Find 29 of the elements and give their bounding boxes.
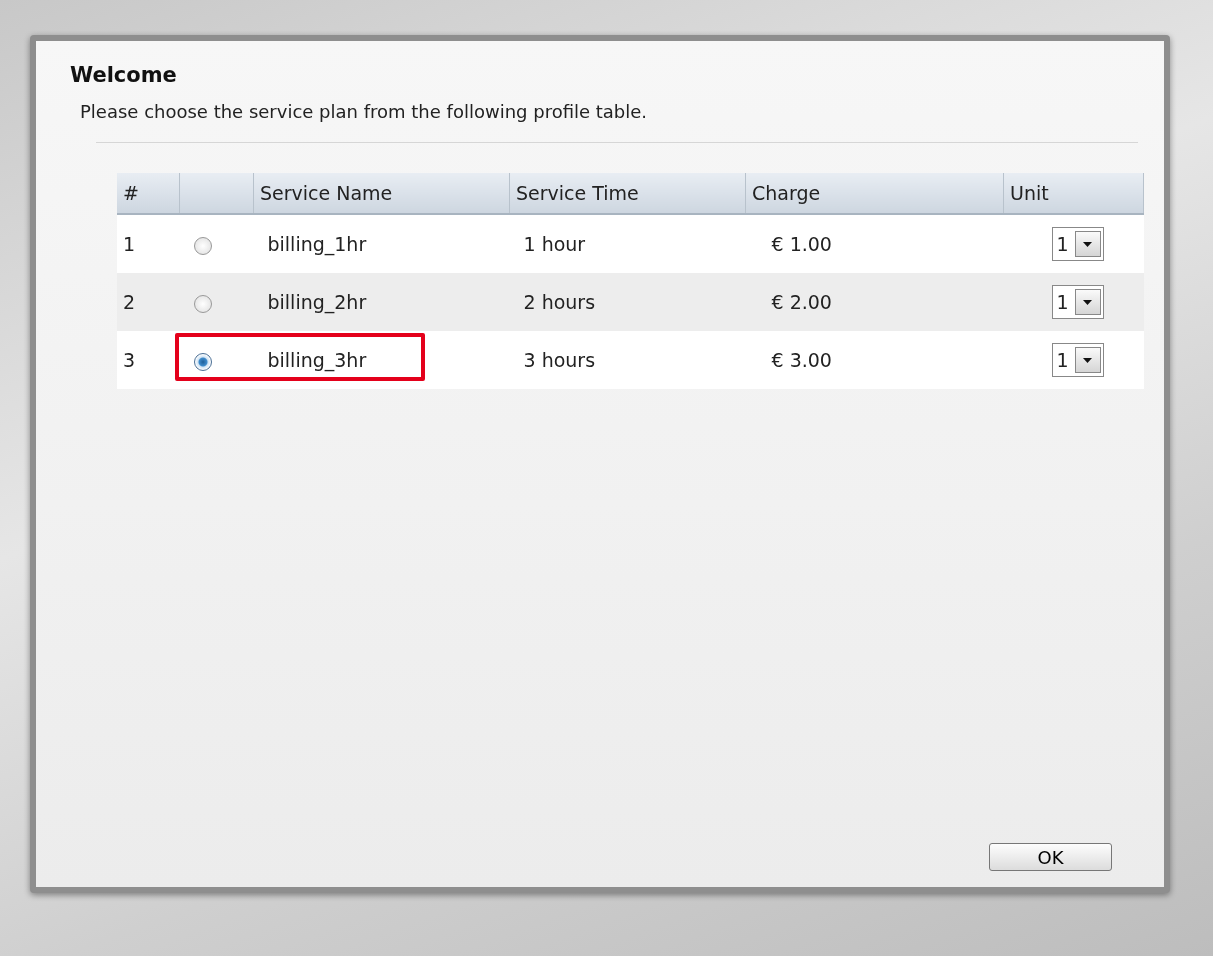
table-cell: 1 [123, 233, 136, 255]
caret-icon [1083, 241, 1093, 247]
table-cell: billing_2hr [267, 291, 367, 313]
table-cell: € 1.00 [771, 233, 832, 255]
column-header: Service Time [509, 173, 746, 214]
caret-icon [1083, 299, 1093, 305]
radio-button[interactable] [193, 236, 212, 255]
instruction-text: Please choose the service plan from the following profile table. [80, 101, 649, 122]
table-cell: 3 [123, 349, 136, 371]
table-cell: € 2.00 [771, 291, 832, 313]
table-cell: billing_3hr [267, 349, 367, 371]
table-cell: 2 hours [523, 291, 596, 313]
dialog-title: Welcome [70, 63, 178, 87]
table-cell: billing_1hr [267, 233, 367, 255]
radio-button[interactable] [193, 352, 212, 371]
table-cell: 3 hours [523, 349, 596, 371]
table-cell: 1 hour [523, 233, 586, 255]
radio-button[interactable] [193, 294, 212, 313]
table-cell: 2 [123, 291, 136, 313]
column-header: Unit [1003, 173, 1144, 214]
unit-dropdown[interactable]: 1 [1051, 343, 1104, 377]
column-header: # [117, 173, 180, 214]
ok-button[interactable]: OK [989, 843, 1112, 871]
caret-icon [1083, 357, 1093, 363]
column-header: Service Name [253, 173, 510, 214]
unit-dropdown[interactable]: 1 [1051, 227, 1104, 261]
table-cell: € 3.00 [771, 349, 832, 371]
column-header: Charge [745, 173, 1004, 214]
unit-dropdown[interactable]: 1 [1051, 285, 1104, 319]
